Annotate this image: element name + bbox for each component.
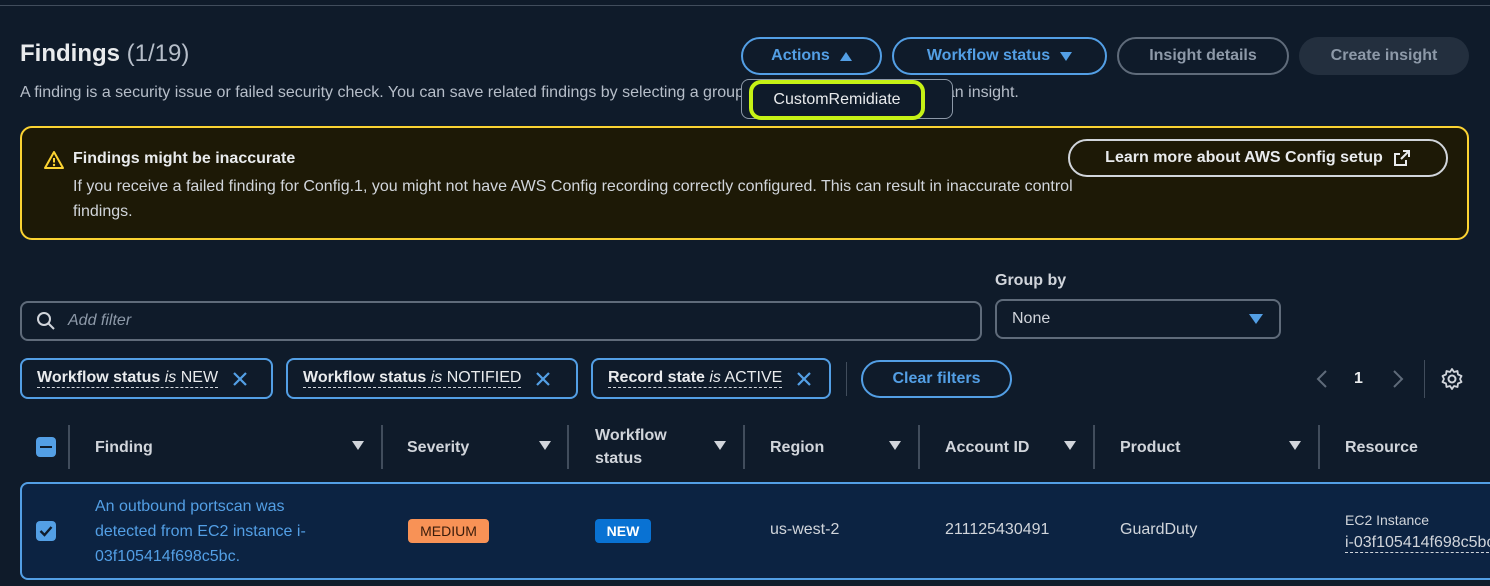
learn-more-config-button[interactable]: Learn more about AWS Config setup xyxy=(1068,139,1448,177)
group-by-select[interactable]: None xyxy=(995,299,1281,339)
actions-button[interactable]: Actions xyxy=(741,37,882,75)
filter-token-workflow-notified[interactable]: Workflow status is NOTIFIED xyxy=(286,358,578,399)
create-insight-label: Create insight xyxy=(1330,47,1438,64)
pager-divider xyxy=(1424,360,1425,398)
sort-icon[interactable] xyxy=(539,441,551,450)
filter-token-workflow-new[interactable]: Workflow status is NEW xyxy=(20,358,273,399)
current-page-number[interactable]: 1 xyxy=(1354,370,1363,388)
workflow-status-badge: NEW xyxy=(595,519,651,543)
search-placeholder: Add filter xyxy=(68,312,132,329)
column-header-severity[interactable]: Severity xyxy=(407,424,469,470)
token-divider xyxy=(846,362,847,396)
actions-dropdown-menu: CustomRemidiate xyxy=(741,79,953,120)
menu-item-label: CustomRemidiate xyxy=(773,91,901,108)
page-description: A finding is a security issue or failed … xyxy=(20,84,1019,101)
chevron-down-icon xyxy=(1249,314,1263,324)
external-link-icon xyxy=(1393,150,1410,166)
account-id-cell: 211125430491 xyxy=(945,521,1050,538)
column-header-region[interactable]: Region xyxy=(770,424,824,470)
chevron-left-icon[interactable] xyxy=(1316,370,1328,388)
warning-icon xyxy=(44,151,64,169)
page-title: Findings (1/19) xyxy=(20,40,189,68)
actions-button-label: Actions xyxy=(771,47,830,64)
caret-up-icon xyxy=(839,51,852,61)
close-icon[interactable] xyxy=(796,371,812,387)
workflow-status-button-label: Workflow status xyxy=(926,47,1051,64)
chevron-right-icon[interactable] xyxy=(1392,370,1404,388)
insight-details-label: Insight details xyxy=(1149,47,1257,64)
resource-type: EC2 Instance xyxy=(1345,512,1430,528)
column-header-product[interactable]: Product xyxy=(1120,424,1180,470)
severity-badge: MEDIUM xyxy=(408,519,489,543)
menu-item-custom-remediate[interactable]: CustomRemidiate xyxy=(749,80,925,120)
region-cell: us-west-2 xyxy=(770,521,840,538)
clear-filters-label: Clear filters xyxy=(892,370,981,387)
top-divider xyxy=(0,5,1490,6)
row-checkbox[interactable] xyxy=(36,521,56,541)
sort-icon[interactable] xyxy=(1289,441,1301,450)
select-all-checkbox[interactable] xyxy=(36,437,56,457)
column-header-finding[interactable]: Finding xyxy=(95,424,153,470)
column-divider[interactable] xyxy=(567,425,569,469)
search-icon xyxy=(37,312,55,330)
column-header-workflow-status[interactable]: Workflow status xyxy=(595,424,695,470)
finding-title-link[interactable]: An outbound portscan was detected from E… xyxy=(95,494,350,569)
close-icon[interactable] xyxy=(535,371,551,387)
column-divider[interactable] xyxy=(381,425,383,469)
group-by-value: None xyxy=(1012,310,1051,327)
column-header-resource[interactable]: Resource xyxy=(1345,424,1418,470)
page-title-text: Findings xyxy=(20,40,120,67)
add-filter-input[interactable]: Add filter xyxy=(20,301,982,341)
workflow-status-button[interactable]: Workflow status xyxy=(892,37,1107,75)
column-header-account-id[interactable]: Account ID xyxy=(945,424,1029,470)
sort-icon[interactable] xyxy=(352,441,364,450)
sort-icon[interactable] xyxy=(714,441,726,450)
filter-token-label: Workflow status is NEW xyxy=(37,369,219,388)
caret-down-icon xyxy=(1060,51,1073,61)
indeterminate-icon xyxy=(40,446,52,448)
column-divider[interactable] xyxy=(1318,425,1320,469)
filter-token-record-active[interactable]: Record state is ACTIVE xyxy=(591,358,831,399)
insight-details-button[interactable]: Insight details xyxy=(1117,37,1289,75)
sort-icon[interactable] xyxy=(1064,441,1076,450)
gear-icon[interactable] xyxy=(1440,367,1464,391)
group-by-label: Group by xyxy=(995,272,1067,289)
checkmark-icon xyxy=(39,526,53,537)
findings-count: (1/19) xyxy=(126,40,190,67)
column-divider xyxy=(68,425,70,469)
column-divider[interactable] xyxy=(1093,425,1095,469)
column-divider[interactable] xyxy=(918,425,920,469)
sort-icon[interactable] xyxy=(889,441,901,450)
alert-title: Findings might be inaccurate xyxy=(73,150,296,167)
column-divider[interactable] xyxy=(743,425,745,469)
filter-token-label: Record state is ACTIVE xyxy=(608,369,783,388)
resource-id-link[interactable]: i-03f105414f698c5bc xyxy=(1345,534,1490,553)
alert-body: If you receive a failed finding for Conf… xyxy=(73,178,1073,220)
clear-filters-button[interactable]: Clear filters xyxy=(861,360,1012,398)
filter-token-label: Workflow status is NOTIFIED xyxy=(303,369,522,388)
close-icon[interactable] xyxy=(232,371,248,387)
create-insight-button[interactable]: Create insight xyxy=(1299,37,1469,75)
learn-more-label: Learn more about AWS Config setup xyxy=(1105,149,1383,166)
warning-alert: Findings might be inaccurate If you rece… xyxy=(20,126,1469,240)
product-cell: GuardDuty xyxy=(1120,521,1198,538)
